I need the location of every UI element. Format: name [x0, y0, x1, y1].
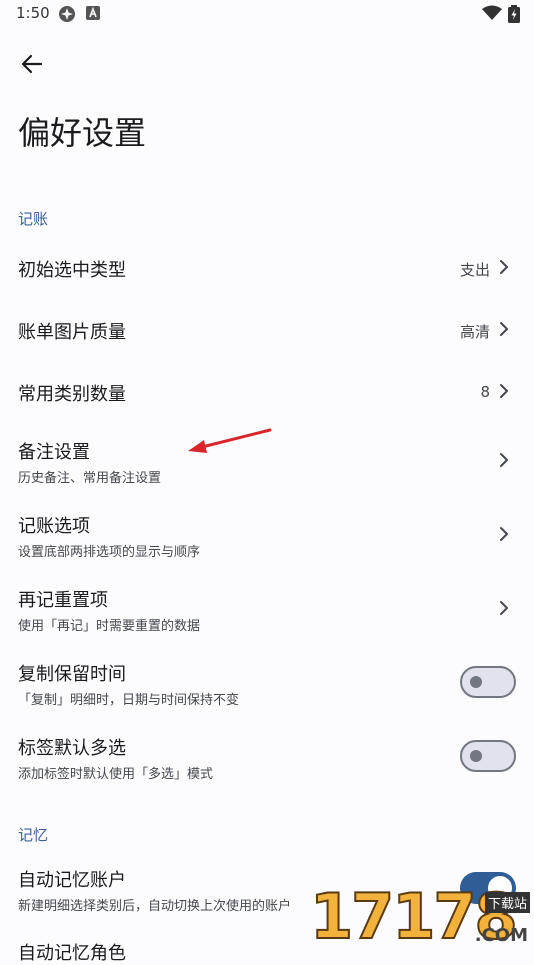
back-button[interactable]	[12, 44, 52, 84]
row-value: 8	[480, 383, 490, 401]
row-common-category-count[interactable]: 常用类别数量 8	[0, 360, 534, 422]
chevron-right-icon	[500, 322, 508, 336]
battery-icon	[508, 5, 520, 23]
copy-retain-time-switch[interactable]	[460, 666, 516, 698]
row-title: 账单图片质量	[18, 322, 126, 343]
watermark-domain: .COM	[474, 925, 528, 946]
wifi-icon	[482, 5, 502, 20]
status-time: 1:50	[16, 4, 50, 22]
chevron-right-icon	[500, 260, 508, 274]
row-title: 自动记忆角色	[18, 943, 126, 964]
row-subtitle: 设置底部两排选项的显示与顺序	[18, 545, 201, 560]
row-subtitle: 添加标签时默认使用「多选」模式	[18, 767, 214, 782]
page-title: 偏好设置	[18, 114, 147, 152]
row-subtitle: 历史备注、常用备注设置	[18, 471, 162, 486]
annotation-arrow	[188, 428, 272, 453]
row-title: 复制保留时间	[18, 664, 126, 685]
section-header-accounting: 记账	[18, 210, 49, 228]
chevron-right-icon	[500, 453, 508, 467]
row-subtitle: 「复制」明细时，日期与时间保持不变	[18, 693, 240, 708]
chevron-right-icon	[500, 384, 508, 398]
arrow-back-icon	[21, 54, 43, 74]
section-header-memory: 记忆	[18, 826, 49, 844]
tag-default-multi-switch[interactable]	[460, 740, 516, 772]
row-title: 备注设置	[18, 442, 90, 463]
row-subtitle: 新建明细选择类别后，自动切换上次使用的账户	[18, 899, 292, 914]
row-accounting-options[interactable]: 记账选项 设置底部两排选项的显示与顺序	[0, 498, 534, 570]
row-value: 高清	[459, 323, 490, 341]
row-title: 初始选中类型	[18, 260, 126, 281]
row-title: 自动记忆账户	[18, 870, 126, 891]
watermark-tag: 下载站	[484, 892, 530, 913]
chevron-right-icon	[500, 527, 508, 541]
watermark-logo: 17178 下载站 .COM	[308, 879, 534, 954]
row-copy-retain-time: 复制保留时间 「复制」明细时，日期与时间保持不变	[0, 646, 534, 718]
switch-knob	[470, 750, 482, 762]
row-title: 常用类别数量	[18, 384, 126, 405]
a-letter-icon	[86, 6, 100, 20]
status-bar: 1:50	[0, 0, 534, 28]
row-value: 支出	[459, 261, 490, 279]
row-subtitle: 使用「再记」时需要重置的数据	[18, 619, 201, 634]
row-title: 标签默认多选	[18, 738, 126, 759]
chevron-right-icon	[500, 601, 508, 615]
app-notification-icon	[59, 6, 75, 22]
row-tag-default-multi: 标签默认多选 添加标签时默认使用「多选」模式	[0, 720, 534, 792]
row-initial-type[interactable]: 初始选中类型 支出	[0, 236, 534, 298]
row-title: 再记重置项	[18, 590, 108, 611]
row-bill-image-quality[interactable]: 账单图片质量 高清	[0, 298, 534, 360]
row-title: 记账选项	[18, 516, 90, 537]
row-rerecord-reset[interactable]: 再记重置项 使用「再记」时需要重置的数据	[0, 572, 534, 644]
switch-knob	[470, 676, 482, 688]
